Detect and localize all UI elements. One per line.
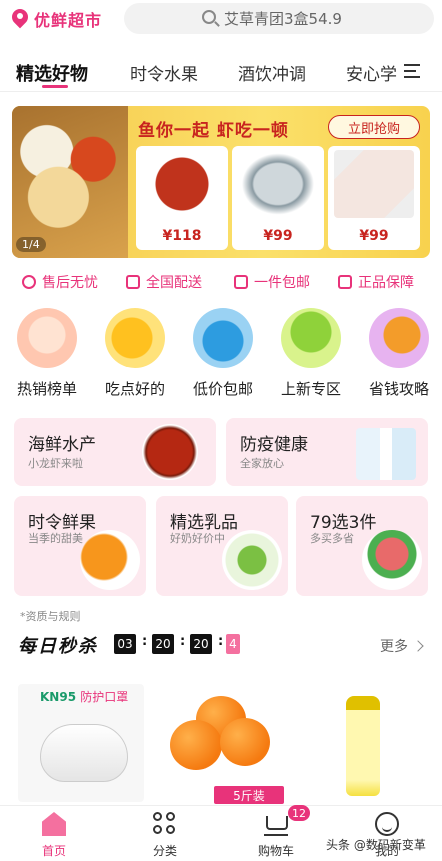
countdown-minutes: 20 (152, 634, 174, 654)
banner-title: 鱼你一起 虾吃一顿 (138, 121, 289, 141)
category-new-arrivals[interactable]: 上新专区 (268, 308, 354, 399)
crayfish-bowl-image (142, 424, 198, 480)
banner-product-card[interactable]: ¥118 (136, 146, 228, 250)
grid-icon (153, 812, 177, 836)
promo-seafood[interactable]: 海鲜水产 小龙虾来啦 (14, 418, 216, 486)
lightning-icon (193, 308, 253, 368)
category-low-price[interactable]: 低价包邮 (180, 308, 266, 399)
flash-sale-header: 每日秒杀 03 : 20 : 20 : 4 更多 (18, 632, 428, 658)
fish-fillet-image (334, 150, 414, 218)
seafood-platter-image (12, 106, 128, 258)
bowl-icon (105, 308, 165, 368)
health-products-image (356, 428, 416, 480)
category-eat-well[interactable]: 吃点好的 (92, 308, 178, 399)
tab-peace-of-mind[interactable]: 安心学 (346, 60, 397, 85)
promo-health[interactable]: 防疫健康 全家放心 (226, 418, 428, 486)
store-name: 优鲜超市 (34, 11, 103, 30)
service-guarantees: 售后无忧 全国配送 一件包邮 正品保障 (0, 270, 442, 294)
oranges-image (80, 530, 140, 590)
menu-icon[interactable] (404, 62, 426, 80)
promo-dairy[interactable]: 精选乳品 好奶好价中 (156, 496, 288, 596)
more-link[interactable]: 更多 (380, 636, 422, 656)
category-shortcuts: 热销榜单 吃点好的 低价包邮 上新专区 省钱攻略 (0, 308, 442, 398)
countdown-hours: 03 (114, 634, 136, 654)
countdown-seconds: 20 (190, 634, 212, 654)
orange-image (170, 720, 222, 770)
product-price: ¥118 (162, 228, 202, 244)
search-placeholder: 艾草青团3盒54.9 (224, 10, 342, 28)
watermark: 头条 @数码新变革 (326, 838, 426, 852)
promo-title: 防疫健康 (240, 435, 308, 455)
guarantee-after-sales: 售后无忧 (22, 272, 98, 292)
product-price: ¥99 (359, 228, 389, 244)
scroll-icon (17, 308, 77, 368)
home-icon (42, 812, 66, 836)
lemon-drink-image[interactable] (346, 696, 380, 796)
orange-image (220, 718, 270, 766)
store-selector[interactable]: 优鲜超市 (12, 7, 102, 31)
cart-count-badge: 12 (288, 805, 310, 821)
promo-title: 海鲜水产 (28, 435, 96, 455)
category-hot-list[interactable]: 热销榜单 (4, 308, 90, 399)
crayfish-image (142, 150, 222, 218)
shrimp-image (238, 150, 318, 218)
qualification-rules-link[interactable]: *资质与规则 (20, 608, 81, 624)
headset-icon (22, 275, 36, 289)
countdown-fraction: 4 (226, 634, 240, 654)
package-icon (234, 275, 248, 289)
location-pin-icon (12, 9, 28, 29)
certified-icon (338, 275, 352, 289)
flash-sale-title: 每日秒杀 (18, 636, 98, 657)
save-money-icon (369, 308, 429, 368)
banner-page-indicator: 1/4 (16, 237, 46, 252)
banner-product-card[interactable]: ¥99 (232, 146, 324, 250)
category-tabs: 精选好物 时令水果 酒饮冲调 安心学 (0, 52, 442, 92)
tab-drinks[interactable]: 酒饮冲调 (238, 60, 306, 85)
mask-image (40, 724, 128, 782)
promo-banner[interactable]: 1/4 鱼你一起 虾吃一顿 立即抢购 ¥118 ¥99 ¥99 (12, 106, 430, 258)
guarantee-free-shipping: 一件包邮 (234, 272, 310, 292)
tab-seasonal-fruit[interactable]: 时令水果 (130, 60, 198, 85)
guarantee-authentic: 正品保障 (338, 272, 414, 292)
promo-subtitle: 多买多省 (310, 532, 354, 545)
promo-subtitle: 好奶好价中 (170, 532, 225, 545)
countdown-separator: : (180, 634, 186, 649)
search-icon (202, 10, 216, 24)
promo-subtitle: 当季的甜美 (28, 532, 83, 545)
promo-fruit[interactable]: 时令鲜果 当季的甜美 (14, 496, 146, 596)
nav-categories[interactable]: 分类 (130, 812, 200, 859)
buy-now-button[interactable]: 立即抢购 (328, 115, 420, 139)
promo-subtitle: 全家放心 (240, 457, 284, 470)
top-bar: 优鲜超市 艾草青团3盒54.9 (0, 0, 442, 38)
nav-home[interactable]: 首页 (19, 812, 89, 859)
countdown-separator: : (142, 634, 148, 649)
truck-icon (126, 275, 140, 289)
orange-weight-tag: 5斤装 (214, 786, 284, 804)
guava-basket-image (362, 530, 422, 590)
tab-featured[interactable]: 精选好物 (16, 60, 88, 86)
cart-icon (264, 812, 288, 836)
promo-pick-three[interactable]: 79选3件 多买多省 (296, 496, 428, 596)
smiley-icon (375, 812, 399, 836)
search-input[interactable]: 艾草青团3盒54.9 (124, 3, 434, 34)
promo-subtitle: 小龙虾来啦 (28, 457, 83, 470)
guarantee-nationwide: 全国配送 (126, 272, 202, 292)
mask-label: KN95 防护口罩 (40, 690, 129, 704)
product-price: ¥99 (263, 228, 293, 244)
countdown-separator: : (218, 634, 224, 649)
deal-kn95-mask[interactable]: KN95 防护口罩 (18, 684, 144, 802)
tab-overflow: 安心学 (344, 52, 400, 88)
banner-product-card[interactable]: ¥99 (328, 146, 420, 250)
category-money-saving[interactable]: 省钱攻略 (356, 308, 442, 399)
new-badge-icon (281, 308, 341, 368)
milk-products-image (222, 530, 282, 590)
active-tab-indicator (42, 85, 68, 88)
